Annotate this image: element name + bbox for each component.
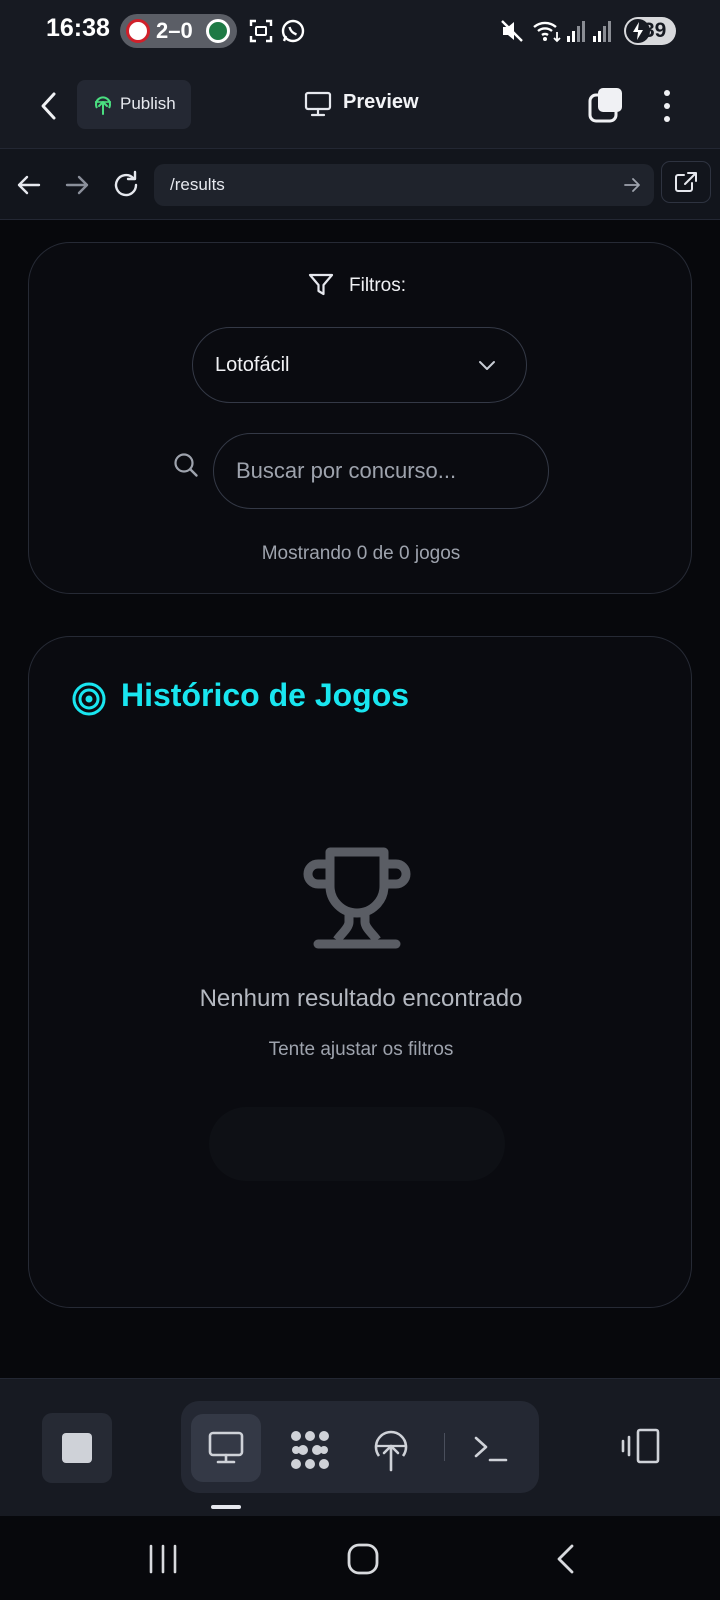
history-title: Histórico de Jogos — [121, 677, 410, 713]
monitor-icon — [304, 91, 332, 117]
tabs-icon — [588, 88, 622, 123]
tool-integrations[interactable] — [273, 1414, 343, 1482]
url-bar: /results — [0, 148, 720, 220]
team-badge-icon — [206, 19, 230, 43]
chevron-down-icon — [479, 361, 495, 370]
system-navigation-bar — [0, 1516, 720, 1600]
target-icon — [72, 682, 106, 716]
team-badge-icon — [126, 19, 150, 43]
back-button[interactable] — [32, 84, 68, 128]
refresh-icon[interactable] — [108, 167, 144, 203]
tool-preview[interactable] — [191, 1414, 261, 1482]
url-path: /results — [170, 175, 225, 194]
preview-label: Preview — [343, 91, 419, 113]
url-field[interactable]: /results — [154, 164, 654, 206]
tool-group — [181, 1401, 539, 1493]
layout-toggle-icon[interactable] — [620, 1427, 664, 1467]
wifi-icon — [533, 21, 561, 43]
publish-icon — [374, 1430, 408, 1472]
game-select[interactable]: Lotofácil — [192, 327, 527, 403]
filter-icon — [308, 273, 334, 296]
tool-terminal[interactable] — [455, 1414, 525, 1482]
stop-button[interactable] — [42, 1413, 112, 1483]
filters-card: Filtros: Lotofácil Mostrando 0 de 0 jogo… — [28, 242, 692, 594]
search-icon — [174, 453, 198, 477]
home-indicator — [211, 1505, 241, 1509]
app-header: Publish Preview — [0, 64, 720, 148]
game-select-value: Lotofácil — [215, 354, 290, 376]
mute-icon — [501, 20, 523, 42]
system-back-icon[interactable] — [550, 1542, 584, 1576]
arrow-left-icon[interactable] — [11, 167, 47, 203]
history-card: Histórico de Jogos Nenhum resultado enco… — [28, 636, 692, 1308]
results-count: Mostrando 0 de 0 jogos — [261, 543, 461, 564]
stop-icon — [62, 1433, 92, 1463]
whatsapp-icon — [281, 19, 305, 43]
faded-action-button — [209, 1107, 505, 1181]
go-arrow-icon[interactable] — [622, 175, 642, 195]
signal-icon — [567, 21, 585, 42]
empty-state-title: Nenhum resultado encontrado — [199, 985, 523, 1012]
integrations-icon — [291, 1431, 329, 1469]
publish-icon — [95, 96, 111, 115]
tool-divider — [444, 1433, 445, 1461]
chevron-left-icon — [41, 92, 56, 120]
home-icon[interactable] — [346, 1542, 380, 1576]
terminal-icon — [474, 1436, 508, 1462]
status-time: 16:38 — [46, 14, 110, 42]
monitor-icon — [208, 1431, 244, 1464]
open-external-button[interactable] — [661, 161, 711, 203]
more-vertical-icon — [664, 90, 670, 122]
screenshot-icon — [249, 19, 273, 43]
arrow-right-icon[interactable] — [59, 167, 95, 203]
tabs-button[interactable] — [584, 84, 628, 128]
battery-indicator: 39 — [624, 17, 676, 45]
filters-header: Filtros: — [29, 271, 693, 301]
trophy-icon — [303, 847, 411, 949]
external-link-icon — [675, 172, 697, 192]
publish-button[interactable]: Publish — [77, 80, 191, 129]
filters-title: Filtros: — [349, 275, 406, 296]
battery-level: 39 — [643, 19, 667, 42]
empty-state-subtitle: Tente ajustar os filtros — [268, 1039, 454, 1060]
bottom-toolbar — [0, 1378, 720, 1516]
score-text: 2–0 — [156, 18, 193, 43]
publish-label: Publish — [120, 94, 176, 113]
preview-tab[interactable]: Preview — [304, 88, 434, 120]
recent-apps-icon[interactable] — [146, 1542, 180, 1576]
more-options-button[interactable] — [652, 84, 682, 128]
score-notification: 2–0 — [120, 14, 237, 48]
status-bar: 16:38 2–0 39 — [0, 0, 720, 64]
search-input[interactable] — [213, 433, 549, 509]
tool-publish[interactable] — [355, 1414, 425, 1482]
signal-icon — [593, 21, 611, 42]
